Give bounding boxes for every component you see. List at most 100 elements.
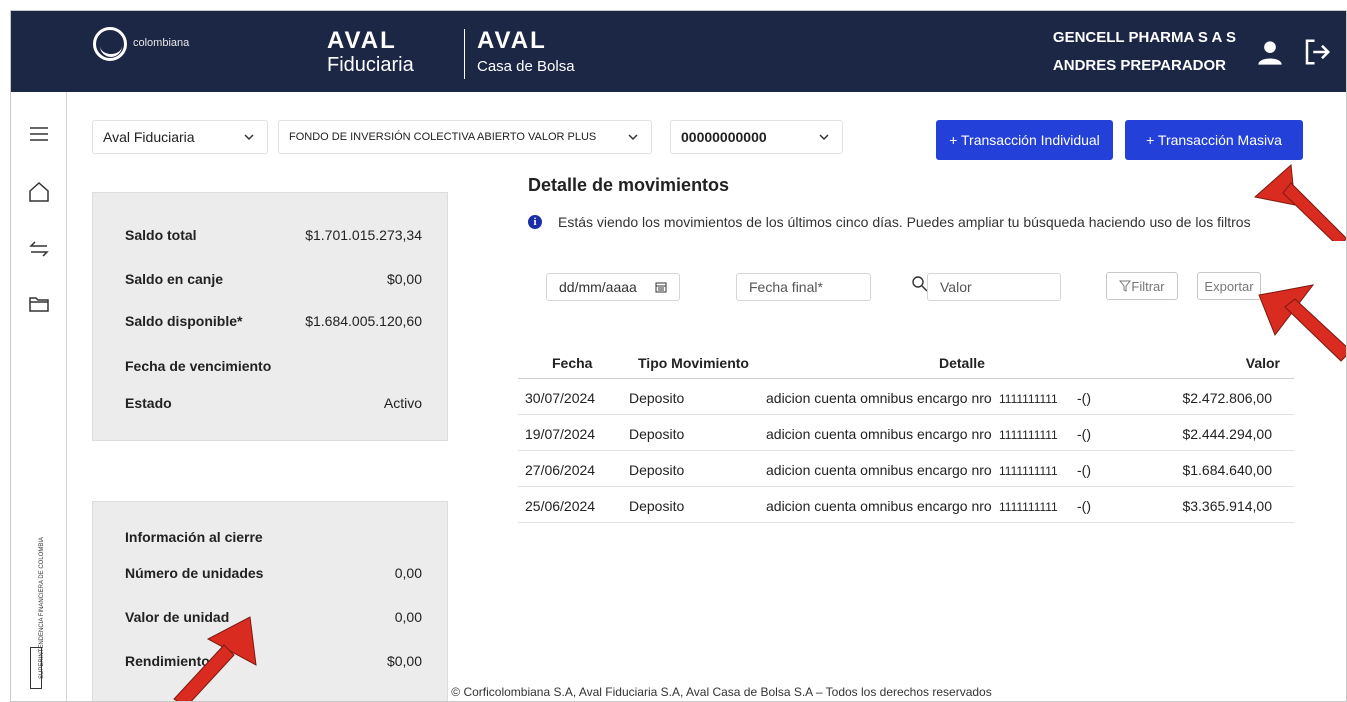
info-icon: i bbox=[528, 215, 542, 229]
filter-icon bbox=[1119, 280, 1132, 292]
cell-detalle: adicion cuenta omnibus encargo nro bbox=[766, 462, 992, 478]
fund-select-value: FONDO DE INVERSIÓN COLECTIVA ABIERTO VAL… bbox=[289, 131, 597, 143]
cell-fecha: 27/06/2024 bbox=[525, 462, 596, 478]
fund-select[interactable]: FONDO DE INVERSIÓN COLECTIVA ABIERTO VAL… bbox=[278, 120, 652, 154]
cell-fecha: 19/07/2024 bbox=[525, 426, 596, 442]
table-row[interactable]: 30/07/2024 Deposito adicion cuenta omnib… bbox=[518, 379, 1294, 415]
cell-sufijo: -() bbox=[1077, 498, 1091, 514]
chevron-down-icon bbox=[819, 134, 829, 141]
aval-casa-mark: AVAL bbox=[477, 27, 547, 54]
movements-info: i Estás viendo los movimientos de los úl… bbox=[528, 214, 1251, 230]
corfi-logo-circle bbox=[93, 27, 127, 61]
cell-numero: 1111111111 bbox=[999, 500, 1058, 514]
summary-row: Saldo en canje $0,00 bbox=[125, 271, 422, 287]
value-input[interactable]: Valor bbox=[927, 273, 1061, 301]
menu-icon[interactable] bbox=[27, 122, 51, 146]
closing-label: Número de unidades bbox=[125, 565, 264, 581]
cell-numero: 1111111111 bbox=[999, 464, 1058, 478]
cell-fecha: 30/07/2024 bbox=[525, 390, 596, 406]
entity-select[interactable]: Aval Fiduciaria bbox=[92, 120, 268, 154]
cell-valor: $2.444.294,00 bbox=[1182, 426, 1272, 442]
user-icon[interactable] bbox=[1256, 39, 1284, 67]
summary-panel: Saldo total $1.701.015.273,34 Saldo en c… bbox=[92, 192, 448, 441]
table-row[interactable]: 19/07/2024 Deposito adicion cuenta omnib… bbox=[518, 415, 1294, 451]
table-header: Fecha Tipo Movimiento Detalle Valor bbox=[518, 347, 1294, 379]
cell-numero: 1111111111 bbox=[999, 428, 1058, 442]
cell-sufijo: -() bbox=[1077, 390, 1091, 406]
calendar-icon[interactable] bbox=[655, 281, 667, 293]
summary-label: Saldo en canje bbox=[125, 271, 224, 287]
top-header: corfi colombiana AVAL Fiduciaria AVAL Ca… bbox=[11, 11, 1346, 144]
closing-value: $0,00 bbox=[386, 653, 422, 669]
movements-title: Detalle de movimientos bbox=[528, 175, 730, 195]
aval-casa-logo: AVAL Casa de Bolsa bbox=[477, 27, 575, 75]
cell-fecha: 25/06/2024 bbox=[525, 498, 596, 514]
annotation-arrow-icon bbox=[1253, 163, 1346, 241]
summary-row: Saldo total $1.701.015.273,34 bbox=[125, 227, 422, 243]
company-name: GENCELL PHARMA S A S bbox=[1052, 29, 1236, 46]
vigilado-box bbox=[30, 647, 42, 689]
user-info: GENCELL PHARMA S A S ANDRES PREPARADOR bbox=[1053, 24, 1236, 80]
filter-label: Filtrar bbox=[1131, 278, 1165, 294]
folder-icon[interactable] bbox=[27, 292, 51, 316]
cell-detalle: adicion cuenta omnibus encargo nro bbox=[766, 426, 992, 442]
cell-valor: $2.472.806,00 bbox=[1182, 390, 1272, 406]
logout-icon[interactable] bbox=[1302, 37, 1332, 67]
entity-select-value: Aval Fiduciaria bbox=[103, 129, 195, 145]
account-select-value: 00000000000 bbox=[681, 129, 767, 145]
closing-panel: Información al cierre Número de unidades… bbox=[92, 501, 448, 701]
end-date-placeholder: Fecha final* bbox=[749, 279, 823, 295]
cell-numero: 1111111111 bbox=[999, 392, 1058, 406]
table-row[interactable]: 25/06/2024 Deposito adicion cuenta omnib… bbox=[518, 487, 1294, 523]
aval-casa-name: Casa de Bolsa bbox=[477, 58, 575, 75]
cell-tipo: Deposito bbox=[629, 498, 685, 514]
column-header-detalle: Detalle bbox=[939, 355, 985, 371]
account-select[interactable]: 00000000000 bbox=[670, 120, 843, 154]
closing-row: Número de unidades 0,00 bbox=[125, 565, 422, 581]
table-row[interactable]: 27/06/2024 Deposito adicion cuenta omnib… bbox=[518, 451, 1294, 487]
column-header-tipo: Tipo Movimiento bbox=[638, 355, 749, 371]
aval-fiduciaria-mark: AVAL bbox=[327, 27, 397, 54]
home-icon[interactable] bbox=[27, 180, 51, 204]
value-placeholder: Valor bbox=[940, 279, 972, 295]
summary-label: Saldo disponible* bbox=[125, 313, 243, 329]
corfi-logo: corfi colombiana bbox=[93, 27, 223, 144]
chevron-down-icon bbox=[244, 134, 254, 141]
logo-divider bbox=[464, 29, 465, 79]
aval-fiduciaria-logo: AVAL Fiduciaria bbox=[327, 27, 414, 76]
aval-fiduciaria-name: Fiduciaria bbox=[327, 54, 414, 76]
export-button[interactable]: Exportar bbox=[1197, 272, 1261, 300]
annotation-arrow-icon bbox=[1258, 284, 1346, 362]
cell-sufijo: -() bbox=[1077, 462, 1091, 478]
cell-sufijo: -() bbox=[1077, 426, 1091, 442]
sidebar: SUPERINTENDENCIA FINANCIERA DE COLOMBIA bbox=[11, 92, 67, 701]
annotation-arrow-icon bbox=[173, 616, 257, 701]
filter-button[interactable]: Filtrar bbox=[1106, 272, 1178, 300]
cell-tipo: Deposito bbox=[629, 462, 685, 478]
individual-transaction-button[interactable]: + Transacción Individual bbox=[936, 120, 1113, 160]
cell-tipo: Deposito bbox=[629, 390, 685, 406]
user-name: ANDRES PREPARADOR bbox=[1052, 57, 1226, 74]
corfi-logo-subtext: colombiana bbox=[133, 36, 190, 49]
start-date-input[interactable]: dd/mm/aaaa bbox=[546, 273, 680, 301]
summary-label: Saldo total bbox=[125, 227, 197, 243]
summary-value: $0,00 bbox=[386, 271, 422, 287]
summary-row: Saldo disponible* $1.684.005.120,60 bbox=[125, 313, 422, 329]
closing-value: 0,00 bbox=[394, 609, 422, 625]
summary-label: Fecha de vencimiento bbox=[125, 358, 272, 374]
cell-tipo: Deposito bbox=[629, 426, 685, 442]
column-header-fecha: Fecha bbox=[552, 355, 593, 371]
summary-value: $1.701.015.273,34 bbox=[305, 227, 422, 243]
movements-table: Fecha Tipo Movimiento Detalle Valor 30/0… bbox=[518, 347, 1294, 523]
summary-row: Estado Activo bbox=[125, 395, 422, 411]
closing-value: 0,00 bbox=[394, 565, 422, 581]
start-date-placeholder: dd/mm/aaaa bbox=[559, 279, 637, 295]
end-date-input[interactable]: Fecha final* bbox=[736, 273, 871, 301]
cell-valor: $1.684.640,00 bbox=[1182, 462, 1272, 478]
chevron-down-icon bbox=[628, 134, 638, 141]
transfer-icon[interactable] bbox=[27, 237, 51, 261]
app-window: corfi colombiana AVAL Fiduciaria AVAL Ca… bbox=[10, 10, 1347, 702]
cell-detalle: adicion cuenta omnibus encargo nro bbox=[766, 390, 992, 406]
closing-title-row: Información al cierre bbox=[125, 529, 422, 545]
closing-title: Información al cierre bbox=[125, 529, 263, 545]
